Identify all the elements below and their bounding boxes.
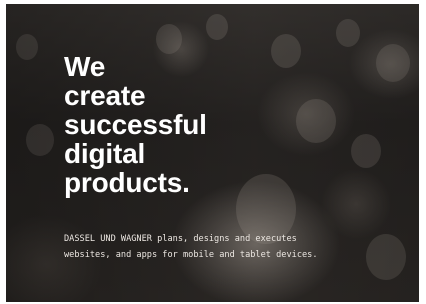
headline-line: We (64, 51, 106, 82)
headline-line: products. (64, 167, 190, 198)
hero-section: We create successful digital products. D… (6, 4, 419, 302)
headline-line: successful (64, 109, 207, 140)
headline-line: digital (64, 138, 146, 169)
hero-headline: We create successful digital products. (64, 52, 207, 197)
hero-description: DASSEL UND WAGNER plans, designs and exe… (64, 234, 318, 260)
page-frame: We create successful digital products. D… (0, 0, 426, 304)
headline-line: create (64, 80, 146, 111)
